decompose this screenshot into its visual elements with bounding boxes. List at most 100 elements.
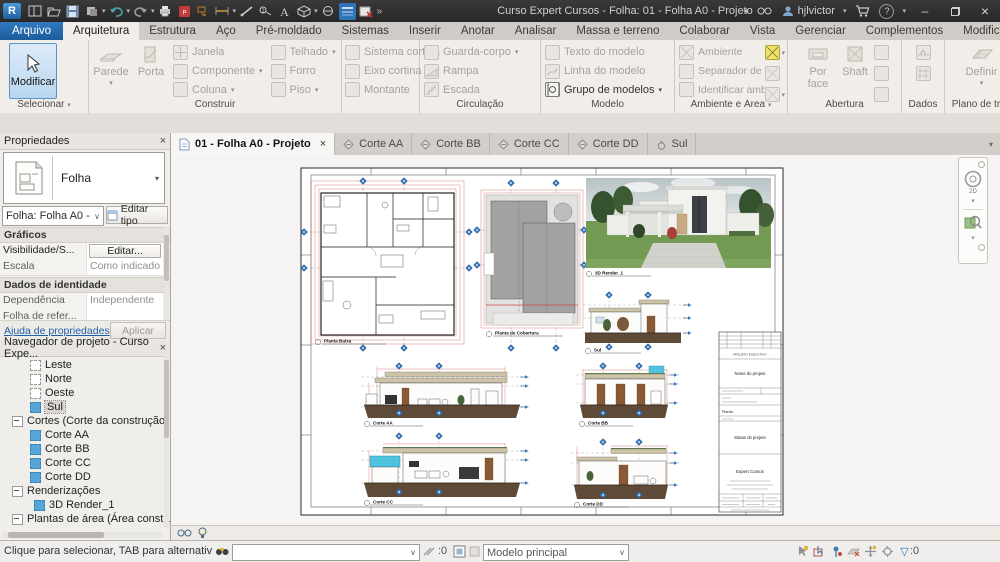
editable-only-icon[interactable] xyxy=(422,544,437,559)
tree-item-cortes[interactable]: Cortes (Corte da construção) xyxy=(0,414,182,428)
tag-icon[interactable] xyxy=(195,3,212,20)
navigation-bar-collapse-icon[interactable]: ▾ xyxy=(981,133,1000,155)
tree-item-renderizacoes[interactable]: Renderizações xyxy=(0,484,182,498)
panel-label-selecionar[interactable]: Selecionar ▾ xyxy=(0,99,88,112)
parede-button[interactable]: Parede▾ xyxy=(89,41,133,99)
tab-massa-terreno[interactable]: Massa e terreno xyxy=(566,22,669,40)
coluna-button[interactable]: Coluna▾ xyxy=(169,80,263,99)
tab-colaborar[interactable]: Colaborar xyxy=(669,22,740,40)
scale-glasses-icon[interactable] xyxy=(177,528,192,538)
rampa-button[interactable]: Rampa xyxy=(420,62,518,81)
search-icon[interactable] xyxy=(757,3,774,20)
save-icon[interactable] xyxy=(64,3,81,20)
tab-gerenciar[interactable]: Gerenciar xyxy=(785,22,856,40)
text-icon[interactable]: A xyxy=(276,3,293,20)
tab-anotar[interactable]: Anotar xyxy=(451,22,505,40)
collapse-icon[interactable] xyxy=(12,416,23,427)
browser-vscrollbar[interactable] xyxy=(164,356,169,528)
texto-modelo-button[interactable]: Texto do modelo xyxy=(541,43,662,62)
select-by-face-icon[interactable] xyxy=(846,544,861,559)
worksets-icon[interactable] xyxy=(214,544,229,559)
identificar-ambiente-button[interactable]: Identificar ambiente▾ xyxy=(675,80,765,99)
close-icon[interactable]: × xyxy=(160,343,166,353)
open-icon[interactable] xyxy=(45,3,62,20)
section-icon[interactable] xyxy=(320,3,337,20)
chevron-down-icon[interactable]: ▾ xyxy=(102,7,106,15)
edit-type-button[interactable]: Editar tipo xyxy=(106,206,168,224)
area-button[interactable] xyxy=(765,45,780,60)
view-tab-corte-bb[interactable]: Corte BB xyxy=(412,133,490,155)
zoom-icon[interactable] xyxy=(964,214,982,232)
steering-wheel-icon[interactable] xyxy=(963,170,983,190)
piso-button[interactable]: Piso▾ xyxy=(267,80,336,99)
nivel-button[interactable] xyxy=(916,45,931,60)
type-selector[interactable]: Folha ▾ xyxy=(3,152,165,204)
tree-item-plantas-area[interactable]: Plantas de área (Área construí xyxy=(0,512,182,526)
close-button[interactable]: × xyxy=(974,2,996,20)
exclude-options-icon[interactable] xyxy=(467,544,482,559)
full-navigation-wheel-icon[interactable] xyxy=(978,161,985,168)
chevron-down-icon[interactable]: ▾ xyxy=(233,7,237,15)
view-tab-corte-dd[interactable]: Corte DD xyxy=(569,133,648,155)
chevron-down-icon[interactable]: ▾ xyxy=(151,7,155,15)
tab-complementos[interactable]: Complementos xyxy=(856,22,953,40)
tab-inserir[interactable]: Inserir xyxy=(399,22,451,40)
chevron-down-icon[interactable]: ▾ xyxy=(971,234,975,242)
navigation-bar[interactable]: 2D ▾ ▾ xyxy=(958,157,988,264)
shaft-button[interactable]: Shaft xyxy=(838,41,872,99)
view-tab-corte-cc[interactable]: Corte CC xyxy=(490,133,569,155)
separador-ambiente-button[interactable]: Separador de ambiente xyxy=(675,62,765,81)
user-interface-icon[interactable] xyxy=(26,3,43,20)
escada-button[interactable]: Escada xyxy=(420,80,518,99)
view-tab-corte-aa[interactable]: Corte AA xyxy=(335,133,412,155)
tab-vista[interactable]: Vista xyxy=(740,22,785,40)
collapse-icon[interactable] xyxy=(12,514,23,525)
account-menu[interactable]: hjlvictor xyxy=(782,5,835,17)
select-links-icon[interactable] xyxy=(795,544,810,559)
navigation-dot-icon[interactable] xyxy=(978,244,985,251)
drawing-area[interactable]: Planta Baixa xyxy=(170,155,1000,525)
instance-selector-combo[interactable]: Folha: Folha A0 - Proje∨ xyxy=(2,206,104,226)
tag-by-category-icon[interactable]: 1 xyxy=(257,3,274,20)
design-options-combo[interactable]: Modelo principal∨ xyxy=(483,544,629,561)
tab-arquivo[interactable]: Arquivo xyxy=(0,22,63,40)
selection-settings-icon[interactable] xyxy=(880,544,895,559)
tab-aco[interactable]: Aço xyxy=(206,22,246,40)
forro-button[interactable]: Forro xyxy=(267,62,336,81)
print-icon[interactable] xyxy=(157,3,174,20)
componente-button[interactable]: Componente▾ xyxy=(169,62,263,81)
modify-button[interactable]: Modificar xyxy=(9,43,57,99)
definir-button[interactable]: Definir▾ xyxy=(962,41,1000,99)
chevron-down-icon[interactable]: ▾ xyxy=(127,7,131,15)
close-icon[interactable]: × xyxy=(160,136,166,146)
abertura-parede-button[interactable] xyxy=(874,45,889,60)
guarda-corpo-button[interactable]: Guarda-corpo▾ xyxy=(420,43,518,62)
drag-on-selection-icon[interactable] xyxy=(863,544,878,559)
chevron-down-icon[interactable]: ▾ xyxy=(155,174,164,183)
aligned-dimension-icon[interactable] xyxy=(214,3,231,20)
tab-analisar[interactable]: Analisar xyxy=(505,22,567,40)
transfer-icon[interactable] xyxy=(83,3,100,20)
revit-logo-icon[interactable]: R xyxy=(3,3,21,19)
restore-button[interactable] xyxy=(944,2,966,20)
view-tab-sul[interactable]: Sul xyxy=(648,133,697,155)
tab-sistemas[interactable]: Sistemas xyxy=(332,22,399,40)
ambiente-button[interactable]: Ambiente xyxy=(675,43,765,62)
more-commands-icon[interactable]: » xyxy=(377,6,383,17)
collapse-icon[interactable] xyxy=(12,486,23,497)
app-store-cart-icon[interactable] xyxy=(854,3,871,20)
worksets-combo[interactable]: ∨ xyxy=(232,544,420,561)
chevron-down-icon[interactable]: ▾ xyxy=(843,7,847,15)
eixo-button[interactable] xyxy=(916,66,931,81)
undo-icon[interactable] xyxy=(108,3,125,20)
limite-area-button[interactable] xyxy=(765,66,780,81)
tab-pre-moldado[interactable]: Pré-moldado xyxy=(246,22,332,40)
grupo-modelos-button[interactable]: Grupo de modelos▾ xyxy=(541,80,662,99)
tab-modificar[interactable]: Modificar xyxy=(953,22,1000,40)
properties-scrollbar[interactable] xyxy=(164,227,169,320)
design-options-icon[interactable] xyxy=(452,544,467,559)
close-icon[interactable]: × xyxy=(320,138,326,150)
janela-button[interactable]: Janela xyxy=(169,43,263,62)
tab-arquitetura[interactable]: Arquitetura xyxy=(63,22,139,40)
chevron-down-icon[interactable]: ▾ xyxy=(902,7,906,15)
